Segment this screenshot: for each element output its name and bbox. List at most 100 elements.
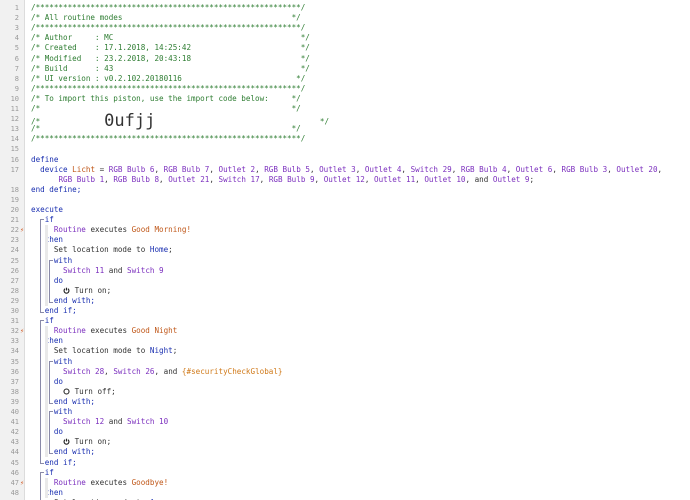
code-line[interactable]: /* Build : 43 */ xyxy=(25,64,690,74)
line-number-label: 4 xyxy=(14,34,19,43)
line-number-label: 7 xyxy=(14,64,19,73)
code-line[interactable]: /* Author : MC */ xyxy=(25,33,690,43)
code-line[interactable]: Routine executes Good Night xyxy=(25,326,690,336)
line-number: 9 xyxy=(0,84,24,94)
code-line[interactable]: /* */ xyxy=(25,124,690,134)
line-number-label: 10 xyxy=(10,94,19,103)
line-number: 31 xyxy=(0,316,24,326)
code-line[interactable]: Switch 12 and Switch 10 xyxy=(25,417,690,427)
code-token: Routine xyxy=(53,326,86,336)
code-line[interactable]: define xyxy=(25,155,690,165)
code-line[interactable]: then xyxy=(25,235,690,245)
line-number-label: 41 xyxy=(10,418,19,427)
code-line[interactable]: /* To import this piston, use the import… xyxy=(25,94,690,104)
code-line[interactable]: if xyxy=(25,316,690,326)
line-number: 39 xyxy=(0,397,24,407)
code-line-text: end if; xyxy=(31,458,77,468)
code-line[interactable]: RGB Bulb 1, RGB Bulb 8, Outlet 21, Switc… xyxy=(25,175,690,185)
line-number: 18 xyxy=(0,185,24,195)
code-token: RGB Bulb 6 xyxy=(108,164,155,174)
code-token: Goodbye! xyxy=(131,477,169,487)
block-guide xyxy=(49,411,54,455)
code-line[interactable]: Turn off; xyxy=(25,387,690,397)
code-line[interactable]: Turn on; xyxy=(25,286,690,296)
code-line[interactable]: /* UI version : v0.2.102.20180116 */ xyxy=(25,74,690,84)
block-stripe xyxy=(44,326,48,458)
code-line[interactable]: Switch 11 and Switch 9 xyxy=(25,266,690,276)
code-line[interactable]: /***************************************… xyxy=(25,3,690,13)
code-line[interactable]: with xyxy=(25,256,690,266)
line-number: 43 xyxy=(0,437,24,447)
code-line-text: /* To import this piston, use the import… xyxy=(31,94,301,104)
code-line[interactable]: /* Modified : 23.2.2018, 20:43:18 */ xyxy=(25,54,690,64)
line-number: 6 xyxy=(0,54,24,64)
code-token: , xyxy=(314,174,324,184)
code-line[interactable]: /***************************************… xyxy=(25,84,690,94)
code-line[interactable]: end if; xyxy=(25,458,690,468)
code-line-text: Routine executes Good Night xyxy=(31,326,177,336)
code-line[interactable]: /* Created : 17.1.2018, 14:25:42 */ xyxy=(25,43,690,53)
code-line[interactable]: with xyxy=(25,357,690,367)
code-line[interactable] xyxy=(25,144,690,154)
line-number-label: 8 xyxy=(14,74,19,83)
line-number: 14 xyxy=(0,134,24,144)
code-line[interactable]: end if; xyxy=(25,306,690,316)
line-number: 28 xyxy=(0,286,24,296)
line-number-label: 26 xyxy=(10,266,19,275)
code-token: Home xyxy=(149,245,169,255)
code-line[interactable]: device Licht = RGB Bulb 6, RGB Bulb 7, O… xyxy=(25,165,690,175)
code-line[interactable]: if xyxy=(25,215,690,225)
line-number-label: 38 xyxy=(10,387,19,396)
line-number: 1 xyxy=(0,3,24,13)
code-line[interactable]: then xyxy=(25,336,690,346)
code-line[interactable]: with xyxy=(25,407,690,417)
code-line[interactable]: /* All routine modes */ xyxy=(25,13,690,23)
code-line[interactable]: /***************************************… xyxy=(25,23,690,33)
line-number: 25 xyxy=(0,256,24,266)
code-line[interactable]: Switch 28, Switch 26, and {#securityChec… xyxy=(25,367,690,377)
code-line[interactable]: do xyxy=(25,377,690,387)
code-line[interactable]: then xyxy=(25,488,690,498)
code-token: /* Author : MC */ xyxy=(31,33,310,43)
code-line-text: Set location mode to Home; xyxy=(31,245,173,255)
code-token: and xyxy=(104,265,128,275)
line-number-label: 18 xyxy=(10,185,19,194)
code-line[interactable]: execute xyxy=(25,205,690,215)
code-line[interactable]: end define; xyxy=(25,185,690,195)
code-token: end with; xyxy=(53,447,96,457)
line-number: 42 xyxy=(0,427,24,437)
code-line[interactable]: end with; xyxy=(25,447,690,457)
code-line[interactable]: /***************************************… xyxy=(25,134,690,144)
code-line[interactable]: Set location mode to Night; xyxy=(25,346,690,356)
line-number-label: 22 xyxy=(10,226,19,235)
code-line[interactable]: Turn on; xyxy=(25,437,690,447)
code-line-text: /* */ xyxy=(31,124,301,134)
line-number: 12 xyxy=(0,114,24,124)
code-line-text: /* Build : 43 */ xyxy=(31,64,310,74)
code-area: /***************************************… xyxy=(25,0,690,500)
code-token: Outlet 12 xyxy=(323,174,365,184)
code-line[interactable]: do xyxy=(25,427,690,437)
line-number-label: 46 xyxy=(10,468,19,477)
code-line[interactable] xyxy=(25,195,690,205)
code-line-text: RGB Bulb 1, RGB Bulb 8, Outlet 21, Switc… xyxy=(31,175,534,185)
code-token: /* Created : 17.1.2018, 14:25:42 */ xyxy=(31,43,310,53)
code-line[interactable]: end with; xyxy=(25,296,690,306)
code-line-text: /* */ xyxy=(31,104,301,114)
code-token: end define; xyxy=(31,184,82,194)
code-line[interactable]: do xyxy=(25,276,690,286)
code-line[interactable]: Set location mode to Home; xyxy=(25,245,690,255)
code-line-text: Routine executes Goodbye! xyxy=(31,478,168,488)
code-line[interactable]: if xyxy=(25,468,690,478)
code-token: , xyxy=(255,164,265,174)
code-line[interactable]: /* 0ufjj */ xyxy=(25,113,690,130)
code-line[interactable]: end with; xyxy=(25,397,690,407)
code-line[interactable]: Routine executes Goodbye! xyxy=(25,478,690,488)
line-number-label: 12 xyxy=(10,115,19,124)
power-on-icon xyxy=(63,286,70,295)
line-number-label: 48 xyxy=(10,488,19,497)
block-guide xyxy=(40,219,45,313)
line-number: 45 xyxy=(0,458,24,468)
code-line[interactable]: Routine executes Good Morning! xyxy=(25,225,690,235)
